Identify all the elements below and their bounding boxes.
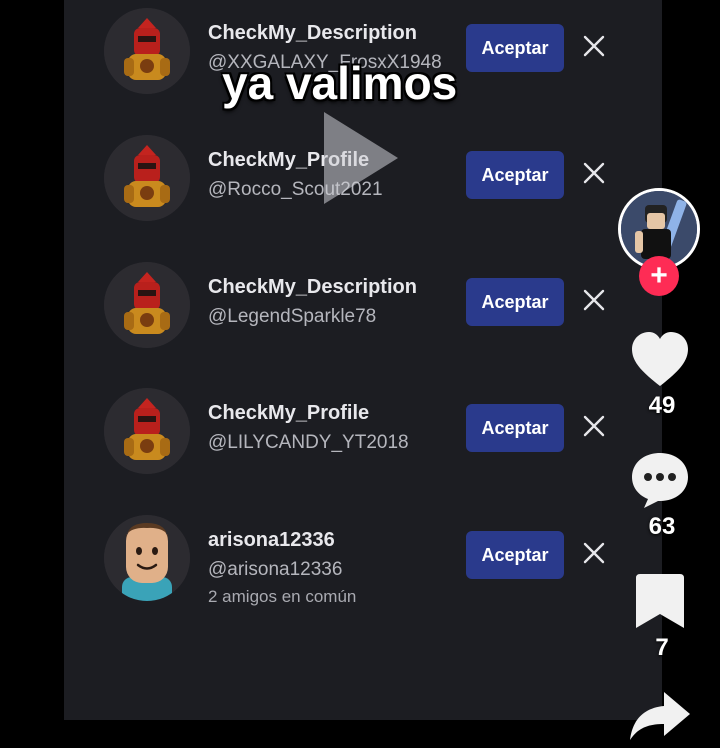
request-row: CheckMy_Profile @LILYCANDY_YT2018 Acepta… bbox=[64, 380, 662, 500]
play-icon[interactable] bbox=[318, 108, 402, 208]
close-icon[interactable] bbox=[580, 32, 608, 60]
action-rail: + 49 63 7 bbox=[614, 0, 720, 740]
request-handle: @LegendSparkle78 bbox=[208, 306, 377, 327]
accept-button[interactable]: Aceptar bbox=[466, 278, 564, 326]
smiling-face-avatar[interactable] bbox=[104, 515, 190, 601]
accept-button[interactable]: Aceptar bbox=[466, 151, 564, 199]
armored-knight-avatar[interactable] bbox=[104, 388, 190, 474]
request-row: arisona12336 @arisona12336 2 amigos en c… bbox=[64, 507, 662, 627]
close-icon[interactable] bbox=[580, 412, 608, 440]
comment-icon[interactable] bbox=[628, 450, 692, 510]
request-name: CheckMy_Description bbox=[208, 276, 417, 298]
request-name: arisona12336 bbox=[208, 529, 335, 551]
accept-button[interactable]: Aceptar bbox=[466, 531, 564, 579]
follow-plus-icon[interactable]: + bbox=[639, 256, 679, 296]
close-icon[interactable] bbox=[580, 286, 608, 314]
bookmark-icon[interactable] bbox=[628, 572, 692, 632]
mutual-friends-label: 2 amigos en común bbox=[208, 587, 357, 606]
close-icon[interactable] bbox=[580, 159, 608, 187]
comments-count: 63 bbox=[648, 513, 676, 540]
accept-button[interactable]: Aceptar bbox=[466, 404, 564, 452]
request-name: CheckMy_Profile bbox=[208, 402, 370, 424]
heart-icon[interactable] bbox=[628, 330, 692, 390]
likes-count: 49 bbox=[648, 392, 676, 419]
request-handle: @arisona12336 bbox=[208, 559, 343, 580]
close-icon[interactable] bbox=[580, 539, 608, 567]
share-icon[interactable] bbox=[628, 688, 692, 748]
saves-count: 7 bbox=[655, 634, 669, 661]
armored-knight-avatar[interactable] bbox=[104, 8, 190, 94]
accept-button[interactable]: Aceptar bbox=[466, 24, 564, 72]
armored-knight-avatar[interactable] bbox=[104, 262, 190, 348]
request-name: CheckMy_Description bbox=[208, 22, 417, 44]
video-caption: ya valimos bbox=[222, 57, 458, 109]
armored-knight-avatar[interactable] bbox=[104, 135, 190, 221]
request-handle: @LILYCANDY_YT2018 bbox=[208, 432, 409, 453]
request-row: CheckMy_Description @LegendSparkle78 Ace… bbox=[64, 254, 662, 374]
